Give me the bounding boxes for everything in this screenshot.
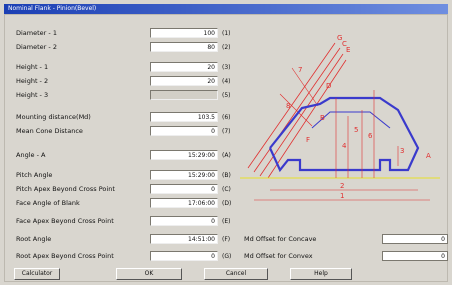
field-code: (6) xyxy=(222,114,231,121)
help-button[interactable]: Help xyxy=(290,268,352,280)
field-label: Face Angle of Blank xyxy=(16,199,80,207)
diagram-label: A xyxy=(426,152,431,160)
diagram-label: 2 xyxy=(340,182,344,190)
field-label: Mounting distance(Md) xyxy=(16,113,91,121)
field-label: Height - 3 xyxy=(16,91,49,99)
md-offset-convex-input[interactable]: 0 xyxy=(382,251,448,261)
field-code: (1) xyxy=(222,30,231,37)
field-code: (C) xyxy=(222,186,231,193)
field-label: Height - 1 xyxy=(16,63,49,71)
field-code: (F) xyxy=(222,236,231,243)
window-title-bar: Nominal Flank - Pinion(Bevel) xyxy=(4,4,448,14)
diagram-label: 8 xyxy=(286,102,290,110)
field-label: Pitch Apex Beyond Cross Point xyxy=(16,185,115,193)
cone-line xyxy=(267,59,347,179)
field-label: Angle - A xyxy=(16,151,46,159)
md-offset-convex-label: Md Offset for Convex xyxy=(244,252,313,260)
md-offset-concave-label: Md Offset for Concave xyxy=(244,235,317,243)
field-code: (A) xyxy=(222,152,231,159)
face-apex-input[interactable]: 0 xyxy=(150,216,218,226)
angle-a-input[interactable]: 15:29:00 xyxy=(150,150,218,160)
field-code: (G) xyxy=(222,253,232,260)
face-angle-input[interactable]: 17:06:00 xyxy=(150,198,218,208)
pitch-angle-input[interactable]: 15:29:00 xyxy=(150,170,218,180)
diagram-label: F xyxy=(306,136,310,144)
gear-profile xyxy=(268,96,420,173)
field-code: (4) xyxy=(222,78,231,85)
mounting-distance-input[interactable]: 103.5 xyxy=(150,112,218,122)
height-2-input[interactable]: 20 xyxy=(150,76,218,86)
diagram-label: 7 xyxy=(298,66,302,74)
diagram-label: B xyxy=(320,114,325,122)
root-angle-input[interactable]: 14:51:00 xyxy=(150,234,218,244)
root-apex-input[interactable]: 0 xyxy=(150,251,218,261)
pitch-apex-input[interactable]: 0 xyxy=(150,184,218,194)
height-3-input[interactable] xyxy=(150,90,218,100)
diagram-label: 4 xyxy=(342,142,347,150)
field-label: Pitch Angle xyxy=(16,171,53,179)
mean-cone-distance-input[interactable]: 0 xyxy=(150,126,218,136)
field-code: (B) xyxy=(222,172,231,179)
ok-button[interactable]: OK xyxy=(116,268,182,280)
diagram-label: D xyxy=(326,82,331,90)
diagram-label: 5 xyxy=(354,126,358,134)
field-label: Mean Cone Distance xyxy=(16,127,83,135)
cancel-button[interactable]: Cancel xyxy=(204,268,268,280)
window-title: Nominal Flank - Pinion(Bevel) xyxy=(8,5,97,12)
field-code: (3) xyxy=(222,64,231,71)
field-code: (5) xyxy=(222,92,231,99)
field-code: (E) xyxy=(222,218,231,225)
diameter-2-input[interactable]: 80 xyxy=(150,42,218,52)
field-label: Face Apex Beyond Cross Point xyxy=(16,217,114,225)
height-1-input[interactable]: 20 xyxy=(150,62,218,72)
field-label: Root Apex Beyond Cross Point xyxy=(16,252,114,260)
field-label: Height - 2 xyxy=(16,77,49,85)
calculator-button[interactable]: Calculator xyxy=(14,268,60,280)
diameter-1-input[interactable]: 100 xyxy=(150,28,218,38)
bevel-gear-diagram: G C E D 7 8 F B 4 5 6 3 A 2 1 xyxy=(240,34,440,201)
diagram-label: 3 xyxy=(400,147,404,155)
diagram-label: 6 xyxy=(368,132,373,140)
field-code: (D) xyxy=(222,200,232,207)
md-offset-concave-input[interactable]: 0 xyxy=(382,234,448,244)
diagram-label: E xyxy=(346,46,350,54)
field-label: Diameter - 2 xyxy=(16,43,57,51)
field-code: (7) xyxy=(222,128,231,135)
cone-line xyxy=(253,47,341,173)
field-label: Diameter - 1 xyxy=(16,29,57,37)
field-code: (2) xyxy=(222,44,231,51)
diagram-label: 1 xyxy=(340,192,344,200)
field-label: Root Angle xyxy=(16,235,52,243)
